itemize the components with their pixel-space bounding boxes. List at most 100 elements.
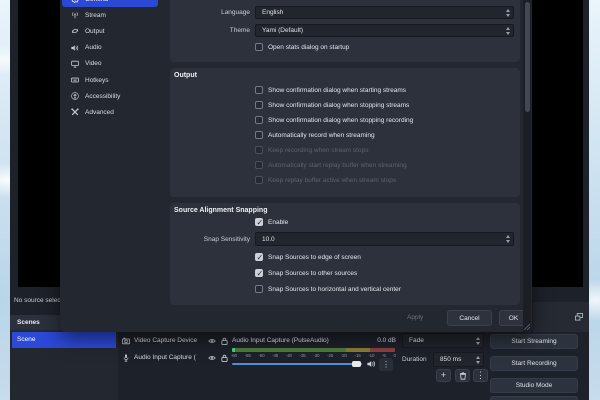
chevron-up-down-icon bbox=[473, 355, 483, 364]
lock-icon[interactable] bbox=[221, 337, 228, 345]
checkbox bbox=[255, 146, 263, 154]
snap-sensitivity-label: Snap Sensitivity bbox=[203, 236, 250, 243]
chevron-up-down-icon bbox=[503, 235, 513, 243]
sidebar-item-general[interactable]: General bbox=[62, 0, 158, 7]
checkbox[interactable] bbox=[255, 269, 263, 278]
meter-scale: -60 -55 -50 -45 -40 -35 -30 -25 -20 -15 -10 -5 0 bbox=[231, 353, 396, 358]
transition-select[interactable]: Fade bbox=[402, 333, 484, 348]
person-icon bbox=[71, 92, 79, 100]
output-checkbox-row[interactable]: Show confirmation dialog when starting s… bbox=[255, 86, 406, 94]
snapping-checkbox-row[interactable]: Snap Sources to horizontal and vertical … bbox=[255, 285, 401, 293]
mixer-level-db: 0.0 dB bbox=[377, 337, 396, 344]
sidebar-label: Accessibility bbox=[85, 92, 121, 100]
snapping-enable-row[interactable]: Enable bbox=[255, 218, 288, 227]
sidebar-item-output[interactable]: Output bbox=[62, 23, 158, 39]
mixer-source-name: Audio Input Capture (PulseAudio) bbox=[232, 337, 329, 344]
sidebar-item-accessibility[interactable]: Accessibility bbox=[62, 88, 158, 104]
snap-sensitivity-spinner[interactable]: 10.0 bbox=[255, 232, 514, 246]
sources-list: Video Capture Device Audio Input Capture… bbox=[122, 333, 228, 365]
display-icon bbox=[71, 60, 79, 68]
tools-icon bbox=[71, 108, 79, 116]
mixer-header: Audio Input Capture (PulseAudio) 0.0 dB bbox=[232, 337, 396, 344]
checkbox[interactable] bbox=[255, 131, 263, 139]
keyboard-icon bbox=[71, 76, 79, 84]
sidebar-label: Output bbox=[85, 27, 105, 35]
volume-slider-handle[interactable] bbox=[352, 360, 361, 367]
theme-label: Theme bbox=[229, 27, 250, 34]
duration-value: 850 ms bbox=[440, 356, 462, 363]
output-section-title: Output bbox=[174, 72, 197, 79]
chevron-up-down-icon bbox=[473, 336, 483, 345]
eye-icon[interactable] bbox=[208, 355, 216, 361]
mixer-menu-button[interactable]: ⋮ bbox=[379, 358, 393, 371]
speaker-icon[interactable] bbox=[367, 360, 376, 368]
add-transition-button[interactable]: + bbox=[436, 369, 451, 382]
start-recording-button[interactable]: Start Recording bbox=[490, 356, 578, 371]
chevron-up-down-icon bbox=[503, 8, 513, 17]
remove-transition-button[interactable] bbox=[455, 369, 470, 382]
transition-menu-button[interactable]: ⋮ bbox=[473, 369, 488, 382]
sidebar-label: Stream bbox=[85, 11, 106, 19]
source-name: Audio Input Capture ( bbox=[134, 354, 196, 361]
gear-icon bbox=[71, 0, 79, 3]
sidebar-item-video[interactable]: Video bbox=[62, 56, 158, 72]
sidebar-label: General bbox=[85, 0, 108, 3]
studio-mode-button[interactable]: Studio Mode bbox=[490, 378, 578, 393]
sidebar-label: Advanced bbox=[85, 108, 114, 116]
output-checkbox-row[interactable]: Automatically record when streaming bbox=[255, 131, 375, 139]
language-label: Language bbox=[221, 9, 250, 16]
snapping-checkbox-row[interactable]: Snap Sources to other sources bbox=[255, 269, 357, 278]
antenna-icon bbox=[71, 11, 79, 19]
checkbox[interactable] bbox=[255, 43, 263, 51]
source-row-video[interactable]: Video Capture Device bbox=[122, 333, 228, 348]
checkbox[interactable] bbox=[255, 101, 263, 109]
volume-slider[interactable] bbox=[232, 363, 362, 365]
dialog-scrollbar-thumb[interactable] bbox=[524, 2, 530, 112]
open-stats-checkbox-row[interactable]: Open stats dialog on startup bbox=[255, 43, 349, 51]
sidebar-item-stream[interactable]: Stream bbox=[62, 7, 158, 23]
sidebar-label: Audio bbox=[85, 44, 102, 52]
microphone-icon bbox=[122, 353, 130, 362]
audio-level-meter bbox=[232, 348, 395, 352]
dock-titlebar bbox=[533, 302, 589, 332]
scene-list-item[interactable]: Scene bbox=[12, 332, 116, 348]
snapping-checkbox-row[interactable]: Snap Sources to edge of screen bbox=[255, 253, 361, 262]
float-dock-icon[interactable] bbox=[575, 313, 583, 321]
eye-icon[interactable] bbox=[208, 338, 216, 344]
snapping-section-title: Source Alignment Snapping bbox=[174, 207, 268, 214]
source-row-audio[interactable]: Audio Input Capture ( bbox=[122, 350, 228, 365]
output-checkbox-row[interactable]: Show confirmation dialog when stopping s… bbox=[255, 101, 409, 109]
apply-button[interactable]: Apply bbox=[407, 314, 423, 321]
lock-icon[interactable] bbox=[221, 354, 228, 362]
sidebar-label: Hotkeys bbox=[85, 76, 109, 84]
chevron-up-down-icon bbox=[503, 26, 513, 35]
start-streaming-button[interactable]: Start Streaming bbox=[490, 334, 578, 349]
duration-label: Duration bbox=[402, 356, 427, 363]
checkbox[interactable] bbox=[255, 285, 263, 293]
desktop: No source selecte Scenes Scene Video Cap… bbox=[0, 0, 600, 400]
camera-icon bbox=[122, 337, 130, 345]
checkbox bbox=[255, 176, 263, 184]
output-checkbox-row: Automatically start replay buffer when s… bbox=[255, 161, 407, 169]
sidebar-item-audio[interactable]: Audio bbox=[62, 40, 158, 56]
cancel-button[interactable]: Cancel bbox=[447, 310, 492, 326]
checkbox[interactable] bbox=[255, 218, 263, 227]
language-select[interactable]: English bbox=[255, 6, 514, 19]
duration-spinner[interactable]: 850 ms bbox=[433, 352, 484, 367]
theme-select[interactable]: Yami (Default) bbox=[255, 24, 514, 37]
sidebar-item-advanced[interactable]: Advanced bbox=[62, 104, 158, 120]
sidebar-label: Video bbox=[85, 60, 102, 68]
source-name: Video Capture Device bbox=[134, 337, 198, 344]
checkbox bbox=[255, 161, 263, 169]
checkbox[interactable] bbox=[255, 86, 263, 94]
checkbox[interactable] bbox=[255, 253, 263, 262]
resize-grip-icon[interactable] bbox=[524, 324, 530, 330]
output-checkbox-row[interactable]: Show confirmation dialog when stopping r… bbox=[255, 116, 413, 124]
transition-value: Fade bbox=[409, 337, 424, 344]
speaker-icon bbox=[71, 44, 79, 52]
sidebar-item-hotkeys[interactable]: Hotkeys bbox=[62, 72, 158, 88]
checkbox[interactable] bbox=[255, 116, 263, 124]
output-checkbox-row: Keep recording when stream stops bbox=[255, 146, 368, 154]
settings-button[interactable]: Settings bbox=[490, 396, 578, 400]
status-text: No source selecte bbox=[14, 297, 67, 304]
